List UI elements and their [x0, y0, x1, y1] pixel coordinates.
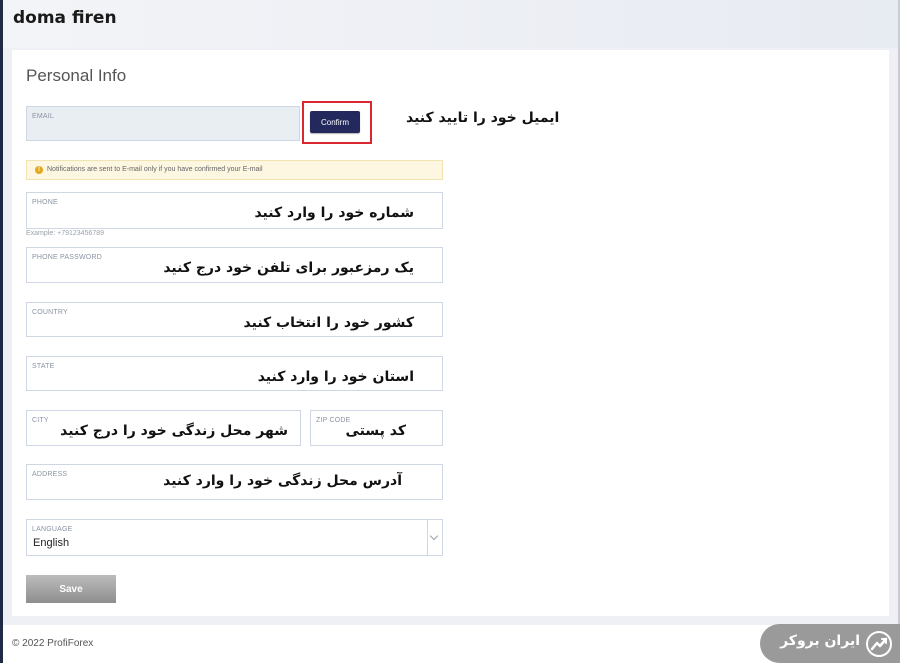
email-label: EMAIL: [32, 113, 55, 120]
confirm-highlight-box: Confirm: [302, 101, 372, 144]
section-title: Personal Info: [26, 66, 127, 85]
brand-name: doma firen: [13, 8, 117, 28]
footer-copyright: © 2022 ProfiForex: [12, 638, 94, 649]
zip-code-value: کد پستی: [345, 423, 406, 439]
country-field[interactable]: COUNTRY کشور خود را انتخاب کنید: [26, 302, 443, 337]
zip-code-field[interactable]: ZIP CODE کد پستی: [310, 410, 443, 446]
city-value: شهر محل زندگی خود را درج کنید: [60, 423, 288, 439]
phone-field[interactable]: PHONE شماره خود را وارد کنید: [26, 192, 443, 229]
warning-icon: !: [35, 166, 43, 174]
phone-password-field[interactable]: PHONE PASSWORD یک رمزعبور برای تلفن خود …: [26, 247, 443, 283]
email-notice: ! Notifications are sent to E-mail only …: [26, 160, 443, 180]
country-value: کشور خود را انتخاب کنید: [243, 315, 414, 331]
country-label: COUNTRY: [32, 309, 68, 316]
watermark-badge: ایران بروکر: [760, 624, 900, 663]
language-select[interactable]: LANGUAGE English: [26, 519, 443, 556]
phone-password-value: یک رمزعبور برای تلفن خود درج کنید: [163, 260, 414, 276]
language-value: English: [33, 537, 70, 549]
chart-logo-icon: [866, 631, 892, 657]
city-label: CITY: [32, 417, 49, 424]
watermark-text: ایران بروکر: [780, 633, 860, 649]
chevron-down-icon[interactable]: [427, 520, 442, 555]
email-field[interactable]: EMAIL: [26, 106, 300, 141]
language-label: LANGUAGE: [32, 526, 73, 533]
email-confirm-annotation: ایمیل خود را تایید کنید: [406, 110, 560, 126]
save-button[interactable]: Save: [26, 575, 116, 603]
top-header: doma firen: [3, 0, 898, 48]
address-label: ADDRESS: [32, 471, 68, 478]
confirm-email-button[interactable]: Confirm: [310, 111, 360, 133]
state-value: استان خود را وارد کنید: [257, 369, 414, 385]
state-label: STATE: [32, 363, 55, 370]
address-field[interactable]: ADDRESS آدرس محل زندگی خود را وارد کنید: [26, 464, 443, 500]
state-field[interactable]: STATE استان خود را وارد کنید: [26, 356, 443, 391]
notice-text: Notifications are sent to E-mail only if…: [47, 166, 263, 173]
city-field[interactable]: CITY شهر محل زندگی خود را درج کنید: [26, 410, 301, 446]
phone-value: شماره خود را وارد کنید: [254, 205, 414, 221]
phone-example-hint: Example: +79123456789: [26, 230, 105, 237]
phone-password-label: PHONE PASSWORD: [32, 254, 102, 261]
address-value: آدرس محل زندگی خود را وارد کنید: [163, 473, 402, 489]
phone-label: PHONE: [32, 199, 58, 206]
